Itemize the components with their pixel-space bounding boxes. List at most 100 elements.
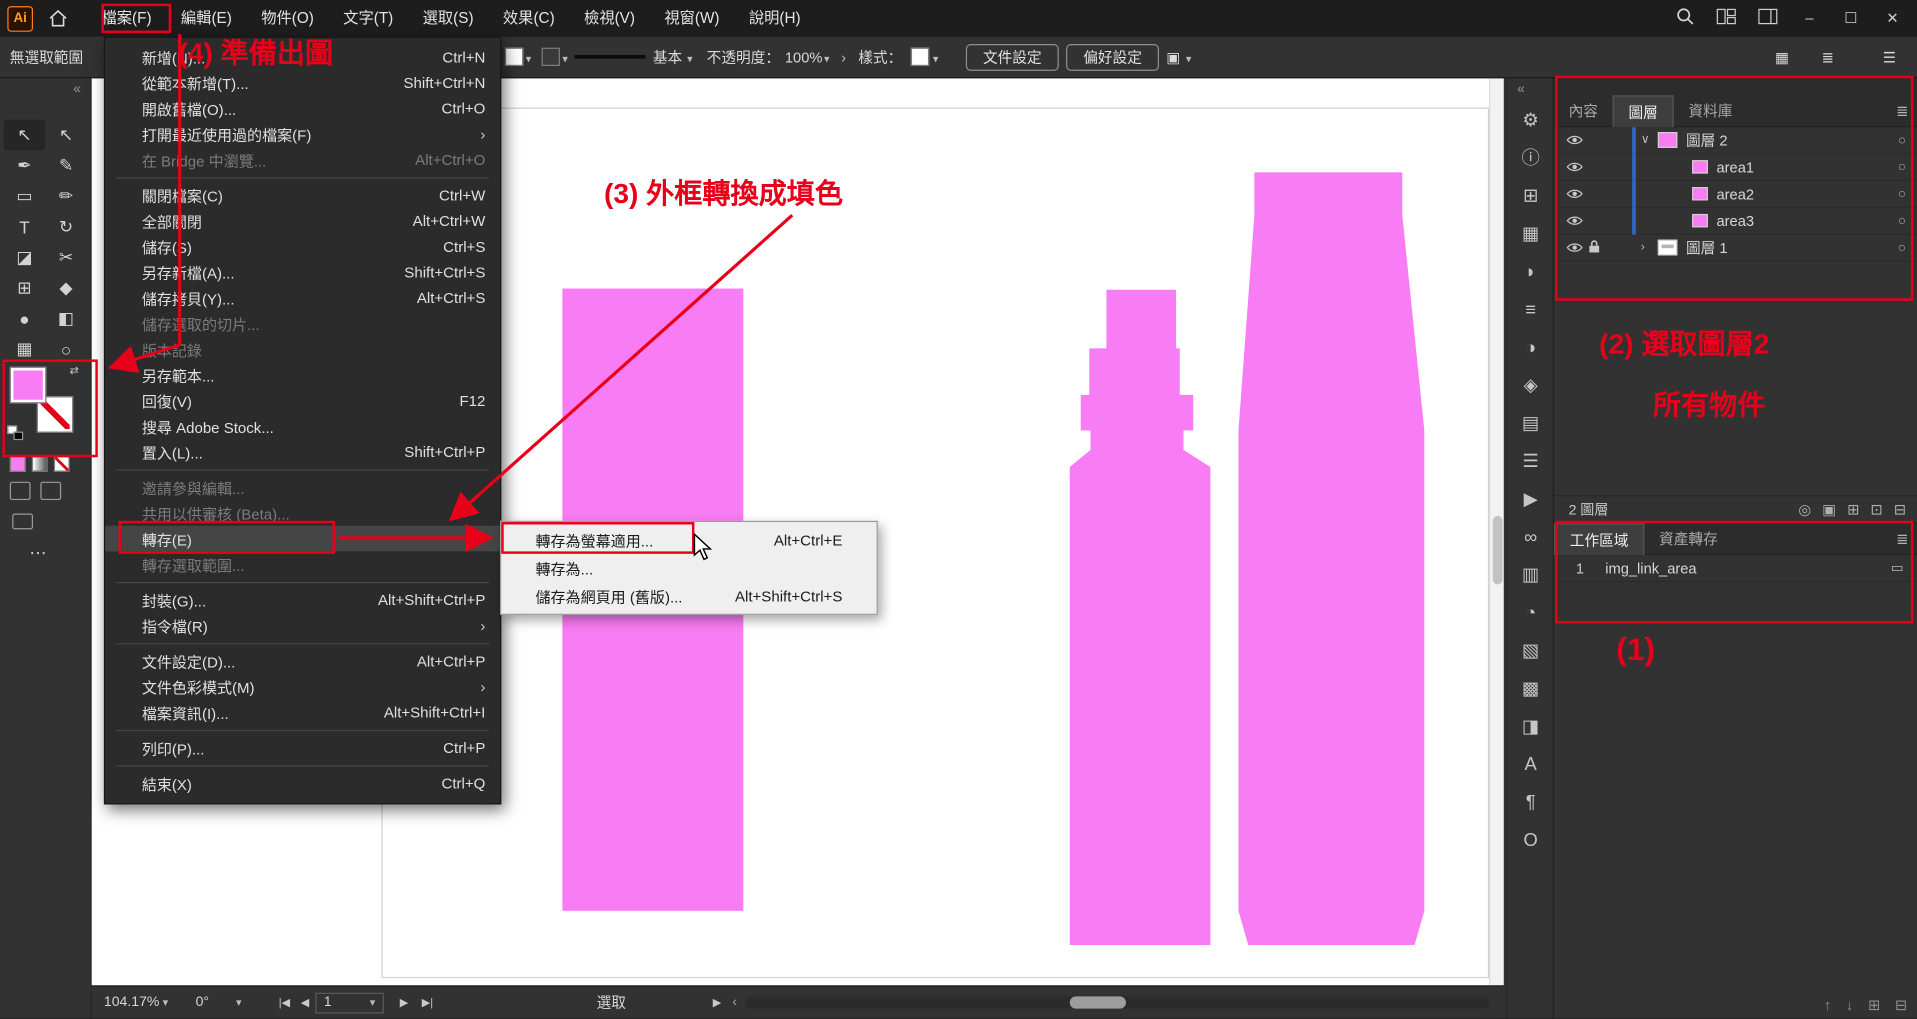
search-icon[interactable] [1676,7,1694,29]
zoom-level[interactable]: 104.17% [104,987,160,1019]
visibility-eye-icon[interactable] [1566,239,1588,256]
export-submenu-item[interactable]: 轉存為... [501,554,876,582]
layer-row[interactable]: area3○ [1554,208,1917,235]
file-menu-item[interactable]: 回復(V)F12 [105,388,500,414]
file-menu-item[interactable]: 從範本新增(T)...Shift+Ctrl+N [105,70,500,96]
align-view-icon[interactable]: ≣ [1822,37,1834,79]
menubar-item-7[interactable]: 視窗(W) [650,0,735,37]
file-menu-item[interactable]: 轉存(E)› [105,526,500,552]
symbol-tool-icon[interactable]: ▣ [1166,37,1180,79]
selection-tool[interactable]: ↖ [4,120,46,151]
character-panel-icon[interactable]: A [1525,754,1537,776]
lock-icon[interactable] [1588,239,1605,256]
target-circle-icon[interactable]: ○ [1898,213,1906,228]
target-circle-icon[interactable]: ○ [1898,160,1906,175]
chevron-right-icon[interactable]: › [1641,241,1658,254]
stroke-panel-icon[interactable]: ≡ [1525,300,1536,322]
status-back-icon[interactable]: ‹ [732,987,737,1019]
arrange-documents-icon[interactable] [1717,9,1737,29]
file-menu-item[interactable]: 打開最近使用過的檔案(F)› [105,121,500,147]
actions-panel-icon[interactable]: ▶ [1524,489,1538,511]
rotate-tool[interactable]: ↻ [45,212,87,243]
layer-row[interactable]: ∨圖層 2○ [1554,127,1917,154]
none-button[interactable] [54,456,70,472]
menubar-item-3[interactable]: 文字(T) [329,0,408,37]
fill-mini-swatch[interactable] [505,48,523,66]
gradient-panel-icon[interactable]: ◗ [1525,262,1536,284]
zoom-dropdown-icon[interactable]: ▾ [163,996,169,1008]
menubar-item-6[interactable]: 檢視(V) [569,0,649,37]
preferences-button[interactable]: 偏好設定 [1066,44,1159,71]
pen-tool[interactable]: ✒ [4,150,46,181]
controlbar-menu-icon[interactable]: ☰ [1883,37,1896,79]
previous-artboard-icon[interactable]: ◀ [301,987,309,1019]
file-menu-item[interactable]: 另存新檔(A)...Shift+Ctrl+S [105,259,500,285]
menubar-item-1[interactable]: 編輯(E) [166,0,246,37]
transparency-panel-icon[interactable]: ◑ [1525,337,1536,359]
symbol-dropdown-icon[interactable]: ▾ [1186,53,1192,65]
file-menu-item[interactable]: 檔案資訊(I)...Alt+Shift+Ctrl+I [105,699,500,725]
rotation-dropdown-icon[interactable]: ▾ [236,996,242,1008]
menubar-item-0[interactable]: 檔案(F) [87,0,166,37]
file-menu-item[interactable]: 另存範本... [105,362,500,388]
file-menu-item[interactable]: 全部關閉Alt+Ctrl+W [105,208,500,234]
paintbrush-tool[interactable]: ✎ [45,150,87,181]
artboard-tool[interactable]: ▦ [4,334,46,365]
opacity-dropdown-icon[interactable]: ▾ [824,53,830,65]
style-swatch[interactable] [911,48,929,66]
eraser-tool[interactable]: ◪ [4,242,46,273]
artboard-dropdown-icon[interactable]: ▾ [370,994,376,1012]
image-trace-panel-icon[interactable]: ◔ [1525,603,1536,625]
grid-view-icon[interactable]: ▦ [1775,37,1789,79]
color-button[interactable] [10,456,26,472]
menubar-item-2[interactable]: 物件(O) [247,0,329,37]
artboard-number-select[interactable]: 1 ▾ [315,993,383,1014]
style-dropdown-icon[interactable]: ▾ [933,53,939,65]
collapse-toolbar-icon[interactable]: « [73,82,80,97]
transform-panel-icon[interactable]: ⊞ [1523,186,1538,208]
move-down-button[interactable]: ↓ [1846,996,1853,1013]
stroke-profile-dropdown-icon[interactable]: ▾ [687,53,693,65]
make-clipping-mask-button[interactable]: ▣ [1822,501,1836,518]
rectangle-tool[interactable]: ▭ [4,181,46,212]
file-menu-item[interactable]: 指令檔(R)› [105,613,500,639]
layers-panel-menu-icon[interactable]: ≣ [1896,102,1908,119]
close-button[interactable]: ✕ [1883,10,1903,27]
tab-content[interactable]: 內容 [1554,95,1613,127]
properties-panel-icon[interactable]: ⚙ [1522,110,1538,132]
file-menu-item[interactable]: 封裝(G)...Alt+Shift+Ctrl+P [105,587,500,613]
zoom-tool[interactable]: ○ [45,334,87,365]
gradient-tool[interactable]: ◧ [45,303,87,334]
delete-artboard-button[interactable]: ⊟ [1895,996,1907,1013]
target-circle-icon[interactable]: ○ [1898,240,1906,255]
stroke-dropdown-icon[interactable]: ▾ [562,53,568,65]
tab-libraries[interactable]: 資料庫 [1674,95,1747,127]
pattern-panel-icon[interactable]: ▥ [1522,565,1539,587]
eyedropper-tool[interactable]: ◆ [45,273,87,304]
move-up-button[interactable]: ↑ [1824,996,1831,1013]
swatches-panel-icon[interactable]: ▧ [1522,641,1539,663]
file-menu-item[interactable]: 文件設定(D)...Alt+Ctrl+P [105,648,500,674]
visibility-eye-icon[interactable] [1566,131,1588,148]
target-circle-icon[interactable]: ○ [1898,133,1906,148]
tab-asset-export[interactable]: 資產轉存 [1644,523,1732,555]
next-artboard-icon[interactable]: ▶ [400,987,408,1019]
align-panel-icon[interactable]: ▦ [1522,224,1539,246]
menubar-item-4[interactable]: 選取(S) [408,0,488,37]
file-menu-item[interactable]: 結束(X)Ctrl+Q [105,770,500,796]
direct-selection-tool[interactable]: ↖ [45,120,87,151]
menubar-item-5[interactable]: 效果(C) [488,0,569,37]
home-icon[interactable] [49,10,67,27]
edit-toolbar-icon[interactable]: ⋯ [29,543,47,564]
chevron-down-icon[interactable]: ∨ [1641,133,1658,146]
restore-button[interactable]: ☐ [1841,10,1861,27]
locate-object-button[interactable]: ◎ [1798,501,1811,518]
swap-fill-stroke-icon[interactable]: ⇄ [70,364,79,377]
file-menu-item[interactable]: 文件色彩模式(M)› [105,674,500,700]
blob-brush-tool[interactable]: ● [4,303,46,334]
file-menu-item[interactable]: 開啟舊檔(O)...Ctrl+O [105,95,500,121]
tab-layers[interactable]: 圖層 [1613,95,1674,127]
status-play-icon[interactable]: ▶ [713,987,721,1019]
artboards-panel-icon[interactable]: ▤ [1522,413,1539,435]
gradient-button[interactable] [32,456,48,472]
